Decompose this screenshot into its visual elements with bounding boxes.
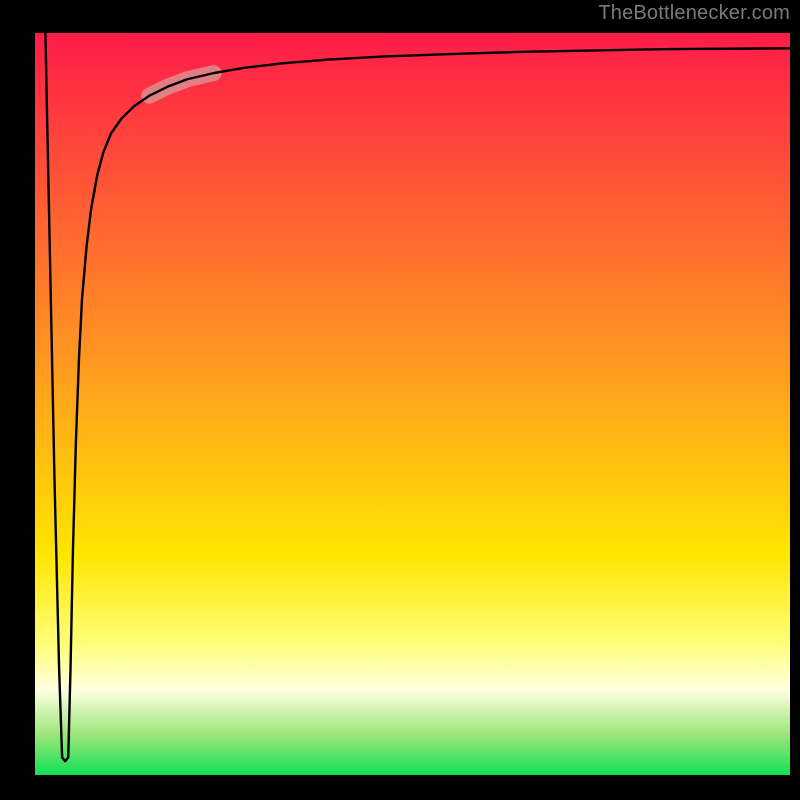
chart-svg	[0, 0, 800, 800]
plot-background	[30, 28, 795, 780]
chart-container: { "attribution": "TheBottlenecker.com", …	[0, 0, 800, 800]
